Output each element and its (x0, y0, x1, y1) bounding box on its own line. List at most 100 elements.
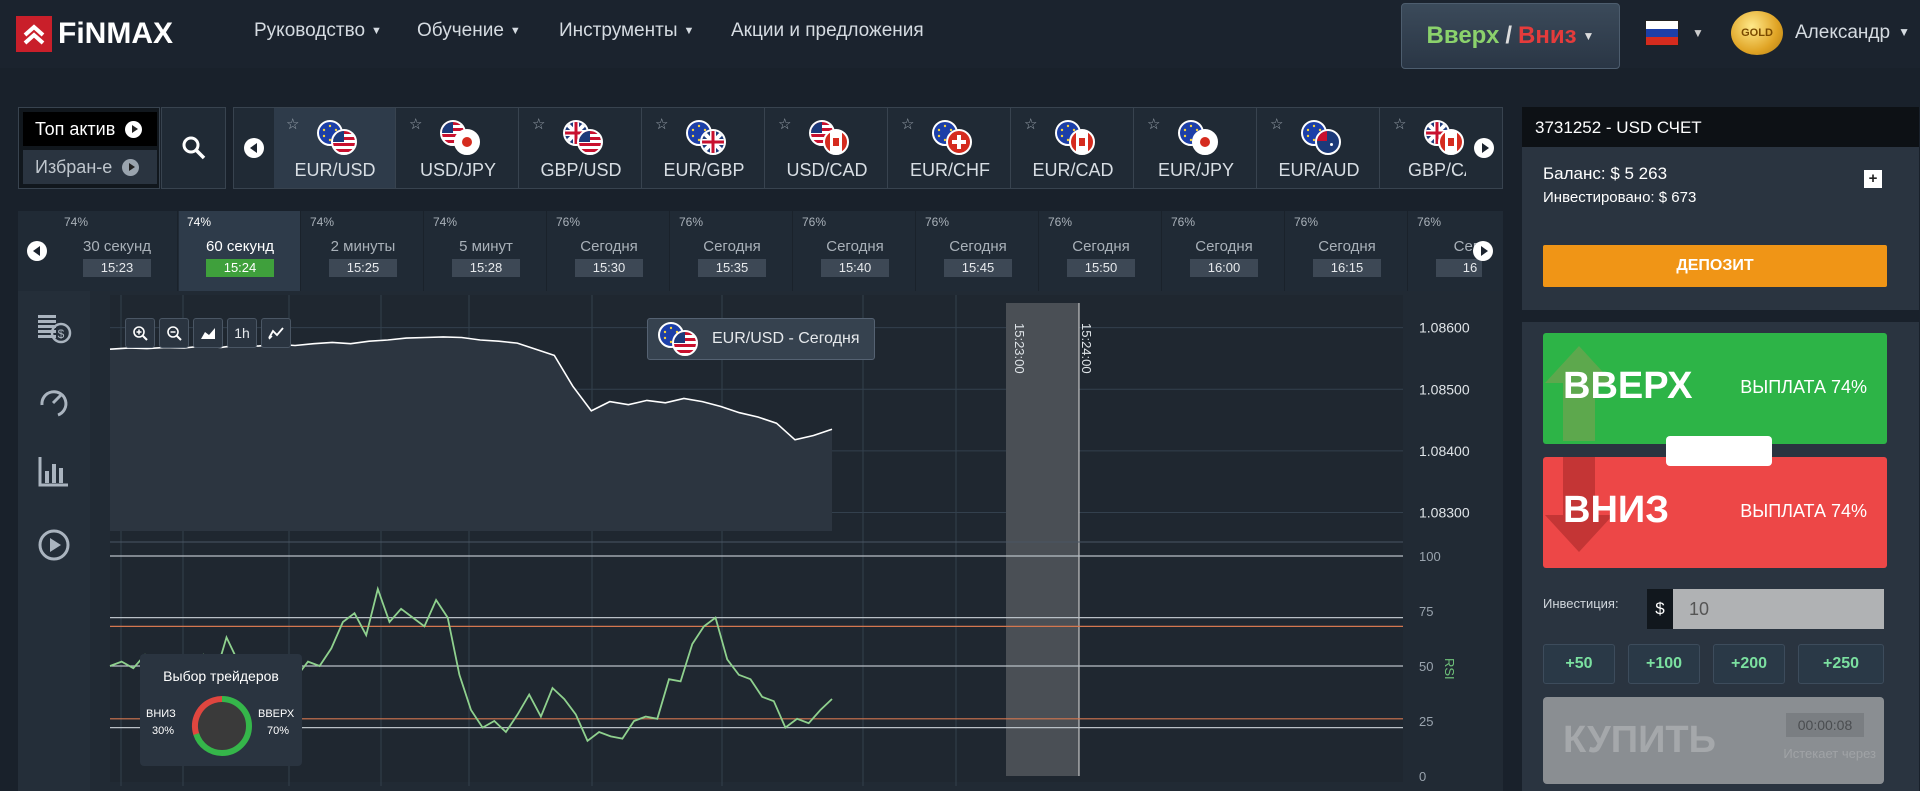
traders-title: Выбор трейдеров (163, 668, 279, 684)
expiry-time: 16:15 (1313, 259, 1381, 277)
expiry-label: Сегодня (1072, 238, 1130, 255)
timeframe-button[interactable]: 1h (227, 318, 257, 348)
asset-tab[interactable]: ☆ GBP/USD (520, 108, 642, 188)
expiry-option[interactable]: 74% 2 минуты 15:25 (302, 211, 424, 291)
rsi-tick-label: 75 (1419, 604, 1433, 619)
traders-up-label: ВВЕРХ (258, 708, 295, 720)
expiry-option[interactable]: 76% Сегодня 16:00 (1163, 211, 1285, 291)
star-icon[interactable]: ☆ (1270, 115, 1283, 133)
asset-tab[interactable]: ☆ EUR/GBP (643, 108, 765, 188)
asset-tab[interactable]: ☆ USD/CAD (766, 108, 888, 188)
direction-toggle[interactable] (1666, 436, 1772, 466)
mode-separator: / (1505, 22, 1513, 49)
expiry-option[interactable]: 74% 60 секунд 15:24 (179, 211, 301, 291)
asset-tab[interactable]: ☆ USD/JPY (397, 108, 519, 188)
expiry-option[interactable]: 76% Сегодня 15:40 (794, 211, 916, 291)
expiry-option[interactable]: 76% Сегодня 15:45 (917, 211, 1039, 291)
trade-mode-dropdown[interactable]: Вверх / Вниз ▼ (1401, 3, 1620, 69)
expiry-label: Сего (1453, 238, 1482, 255)
asset-name: GBP/USD (540, 160, 622, 180)
indicator-icon[interactable] (261, 318, 291, 348)
star-icon[interactable]: ☆ (655, 115, 668, 133)
expiry-option[interactable]: 74% 30 секунд 15:23 (56, 211, 178, 291)
star-icon[interactable]: ☆ (532, 115, 545, 133)
currency-flags-icon (440, 120, 484, 156)
star-icon[interactable]: ☆ (1393, 115, 1406, 133)
russia-flag-icon[interactable] (1645, 20, 1679, 46)
favorites-button[interactable]: Избран-е (23, 150, 157, 184)
expiry-option[interactable]: 76% Сегодня 15:30 (548, 211, 670, 291)
star-icon[interactable]: ☆ (778, 115, 791, 133)
expiry-time: 15:24 (206, 259, 274, 277)
nav-education[interactable]: Обучение ▼ (417, 20, 521, 42)
search-button[interactable] (161, 107, 226, 189)
asset-tab[interactable]: ☆ EUR/AUD (1258, 108, 1380, 188)
area-chart-icon[interactable] (193, 318, 223, 348)
expiry-payout: 76% (1294, 215, 1319, 229)
asset-tab[interactable]: ☆ EUR/JPY (1135, 108, 1257, 188)
zoom-out-icon[interactable] (159, 318, 189, 348)
investment-input[interactable] (1673, 589, 1884, 629)
user-menu[interactable]: Александр ▼ (1795, 22, 1910, 44)
rsi-tick-label: 25 (1419, 714, 1433, 729)
price-tick-label: 1.08400 (1419, 443, 1470, 459)
quick-amount-50[interactable]: +50 (1543, 644, 1615, 684)
chevron-down-icon: ▼ (509, 25, 521, 37)
expiry-option[interactable]: 76% Сегодня 15:35 (671, 211, 793, 291)
expiry-label: 60 секунд (206, 238, 274, 255)
asset-tab[interactable]: ☆ EUR/USD (274, 108, 396, 188)
star-icon[interactable]: ☆ (286, 115, 299, 133)
logo[interactable]: FiNMAX (16, 14, 173, 54)
star-icon[interactable]: ☆ (1024, 115, 1037, 133)
chevron-down-icon[interactable]: ▼ (1692, 26, 1704, 40)
play-icon (122, 158, 140, 176)
expiry-payout: 76% (802, 215, 827, 229)
coins-dollar-icon[interactable]: $ (36, 309, 72, 345)
zoom-in-icon[interactable] (125, 318, 155, 348)
expiry-option[interactable]: 76% Сего 16 (1409, 211, 1482, 291)
quick-amount-100[interactable]: +100 (1628, 644, 1700, 684)
expiry-time: 15:40 (821, 259, 889, 277)
star-icon[interactable]: ☆ (901, 115, 914, 133)
nav-label: Обучение (417, 20, 504, 41)
asset-tab[interactable]: ☆ EUR/CAD (1012, 108, 1134, 188)
expiry-option[interactable]: 76% Сегодня 16:15 (1286, 211, 1408, 291)
plus-icon[interactable]: + (1864, 170, 1882, 188)
expiry-option[interactable]: 76% Сегодня 15:50 (1040, 211, 1162, 291)
timeframe-label: 1h (234, 325, 250, 341)
buy-button[interactable]: КУПИТЬ 00:00:08 Истекает через (1543, 697, 1884, 784)
arrow-left-icon[interactable] (244, 138, 264, 158)
deposit-button[interactable]: ДЕПОЗИТ (1543, 245, 1887, 287)
down-button[interactable]: ВНИЗ ВЫПЛАТА 74% (1543, 457, 1887, 568)
expiry-payout: 76% (1171, 215, 1196, 229)
nav-tools[interactable]: Инструменты ▼ (559, 20, 694, 42)
arrow-right-icon[interactable] (1474, 138, 1494, 158)
quick-amount-200[interactable]: +200 (1713, 644, 1785, 684)
expiry-marker-label: 15:23:00 (1012, 323, 1027, 374)
up-button[interactable]: ВВЕРХ ВЫПЛАТА 74% (1543, 333, 1887, 444)
asset-tab[interactable]: ☆ EUR/CHF (889, 108, 1011, 188)
gauge-icon[interactable] (36, 383, 72, 419)
asset-name: EUR/CHF (910, 160, 990, 180)
nav-guide[interactable]: Руководство ▼ (254, 20, 382, 42)
currency-flags-icon (1178, 120, 1222, 156)
nav-label: Руководство (254, 20, 366, 41)
expiry-option[interactable]: 74% 5 минут 15:28 (425, 211, 547, 291)
currency-flags-icon (563, 120, 607, 156)
expiry-time: 15:35 (698, 259, 766, 277)
asset-tab[interactable]: ☆ GBP/CA (1381, 108, 1466, 188)
bar-chart-icon[interactable] (36, 453, 72, 489)
play-circle-icon[interactable] (36, 527, 72, 563)
quick-amount-250[interactable]: +250 (1798, 644, 1884, 684)
mode-down-label: Вниз (1518, 22, 1577, 49)
arrow-left-icon[interactable] (27, 241, 47, 261)
top-assets-button[interactable]: Топ актив (23, 112, 157, 146)
star-icon[interactable]: ☆ (409, 115, 422, 133)
rsi-tick-label: 50 (1419, 659, 1433, 674)
currency-flags-icon (686, 120, 730, 156)
star-icon[interactable]: ☆ (1147, 115, 1160, 133)
account-title: 3731252 - USD СЧЕТ (1535, 118, 1702, 137)
arrow-right-icon[interactable] (1473, 241, 1493, 261)
nav-promotions[interactable]: Акции и предложения (731, 20, 924, 42)
expiry-payout: 74% (433, 215, 458, 229)
